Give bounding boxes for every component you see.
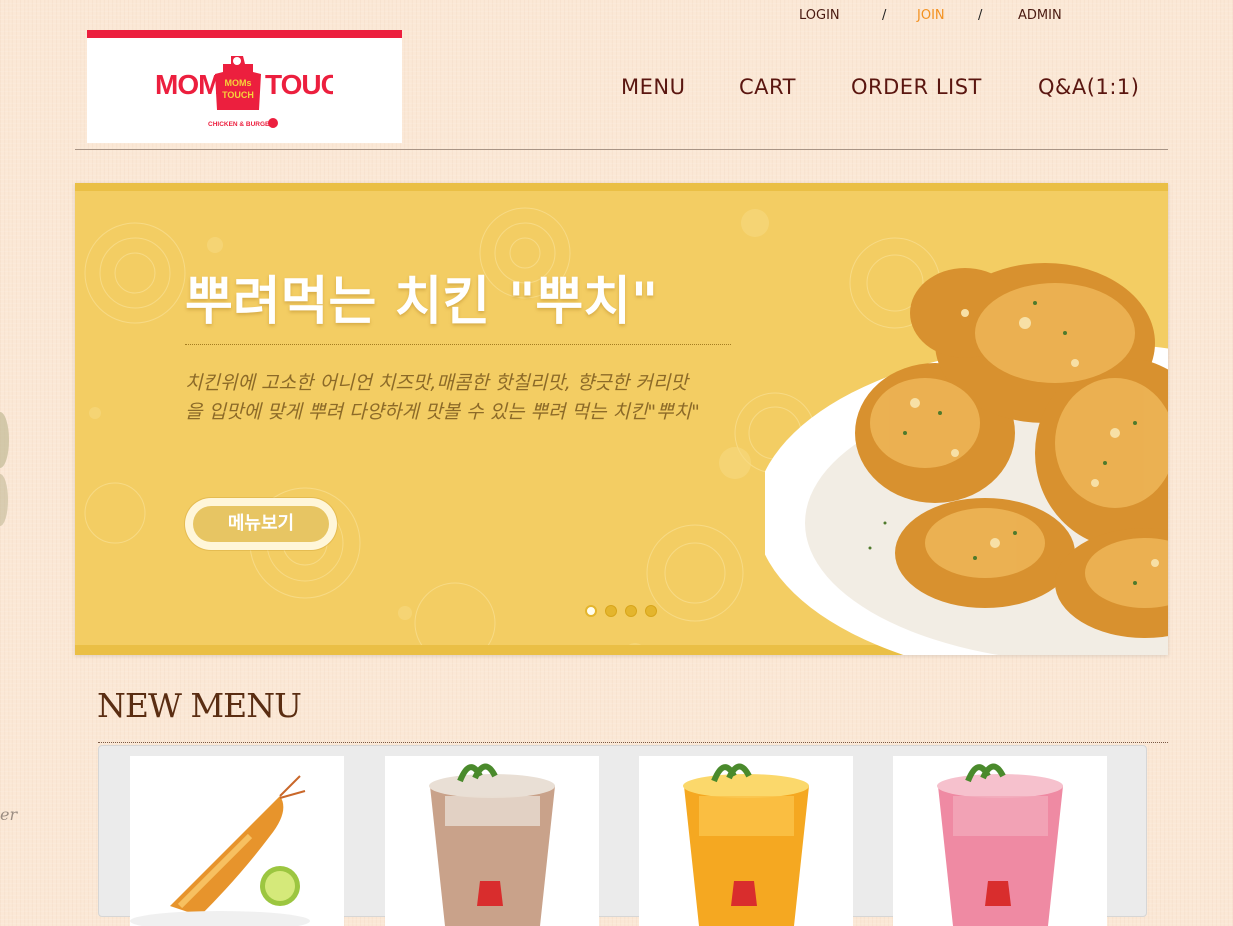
admin-link[interactable]: ADMIN bbox=[1018, 8, 1062, 23]
login-link[interactable]: LOGIN bbox=[799, 8, 840, 23]
banner-title-underline bbox=[185, 344, 731, 345]
side-text: er bbox=[0, 805, 18, 824]
side-decoration bbox=[0, 412, 9, 526]
new-menu-title: NEW MENU bbox=[97, 686, 302, 725]
svg-text:TOUCH: TOUCH bbox=[265, 69, 333, 100]
milk-tea-image bbox=[429, 763, 555, 926]
logo-accent-bar bbox=[87, 30, 402, 38]
slide-dot[interactable] bbox=[625, 605, 637, 617]
svg-text:TOUCH: TOUCH bbox=[222, 90, 254, 100]
slide-dot[interactable] bbox=[585, 605, 597, 617]
menu-item-mango[interactable] bbox=[639, 756, 853, 926]
menu-item-milk-tea[interactable] bbox=[385, 756, 599, 926]
slide-dot[interactable] bbox=[605, 605, 617, 617]
slide-indicators bbox=[585, 602, 665, 621]
banner-title: 뿌려먹는 치킨 "뿌치" bbox=[185, 272, 659, 332]
view-menu-button-label: 메뉴보기 bbox=[193, 506, 329, 542]
section-divider bbox=[98, 742, 1168, 743]
shrimp-image bbox=[130, 775, 310, 926]
new-menu-panel bbox=[98, 745, 1147, 926]
nav-menu[interactable]: MENU bbox=[621, 75, 685, 99]
header-divider bbox=[75, 149, 1168, 150]
mango-drink-image bbox=[683, 763, 809, 926]
util-separator: / bbox=[882, 8, 887, 23]
logo[interactable]: MOM's MOMs TOUCH TOUCH CHICKEN & BURGER bbox=[87, 30, 402, 143]
nav-cart[interactable]: CART bbox=[739, 75, 796, 99]
moms-touch-logo-icon: MOM's MOMs TOUCH TOUCH CHICKEN & BURGER bbox=[155, 56, 333, 128]
nav-qna[interactable]: Q&A(1:1) bbox=[1038, 75, 1139, 99]
menu-item-strawberry[interactable] bbox=[893, 756, 1107, 926]
join-link[interactable]: JOIN bbox=[917, 8, 945, 23]
menu-item-shrimp[interactable] bbox=[130, 756, 344, 926]
hero-banner[interactable]: 뿌려먹는 치킨 "뿌치" 치킨위에 고소한 어니언 치즈맛,매콤한 핫칠리맛, … bbox=[75, 183, 1168, 655]
nav-order-list[interactable]: ORDER LIST bbox=[851, 75, 982, 99]
util-separator: / bbox=[978, 8, 983, 23]
strawberry-drink-image bbox=[937, 763, 1063, 926]
view-menu-button[interactable]: 메뉴보기 bbox=[185, 498, 337, 550]
banner-description: 치킨위에 고소한 어니언 치즈맛,매콤한 핫칠리맛, 향긋한 커리맛을 입맛에 … bbox=[185, 372, 700, 423]
banner-top-strip bbox=[75, 183, 1168, 191]
fried-chicken-image bbox=[765, 263, 1168, 655]
svg-text:CHICKEN & BURGER: CHICKEN & BURGER bbox=[208, 121, 274, 128]
svg-text:MOMs: MOMs bbox=[225, 78, 252, 88]
slide-dot[interactable] bbox=[645, 605, 657, 617]
